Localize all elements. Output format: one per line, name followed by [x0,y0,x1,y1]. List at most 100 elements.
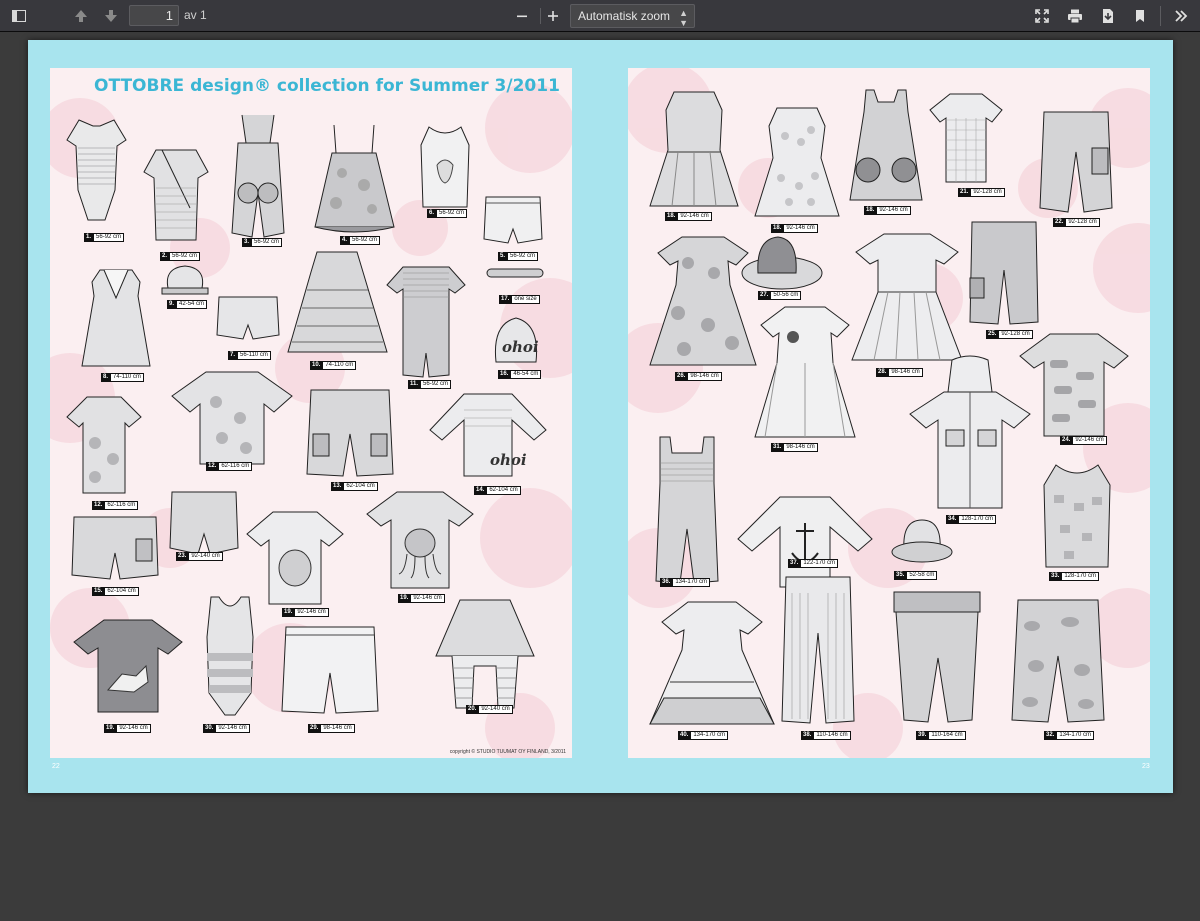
item-tag: 14. 62-104 cm [474,486,521,495]
item-tag: 11. 56-92 cm [408,380,452,389]
item-tag: 9. 42-54 cm [167,300,208,309]
item-tag: 5. 56-92 cm [498,252,539,261]
previous-page-icon[interactable] [69,4,93,28]
item-size: 128-170 cm [958,515,997,524]
item-tag: 31. 98-146 cm [771,443,818,452]
item-tag: 19. 92-146 cm [398,594,445,603]
item-tag: 16. 46-54 cm [498,370,542,379]
garment-romper [226,113,290,241]
right-page: 18. 92-146 cm 18. 92-146 cm 18. 92-146 cm 2… [628,68,1150,758]
item-size: 92-140 cm [188,552,223,561]
item-size: 92-146 cm [1072,436,1107,445]
item-tag: 18. 92-146 cm [665,212,712,221]
item-number: 16. [498,370,511,379]
garment-denim-shorts [966,218,1041,328]
item-number: 6. [427,209,437,218]
item-number: 18. [665,212,678,221]
sidebar-toggle-icon[interactable] [7,4,31,28]
item-size: 56-92 cm [420,380,452,389]
item-tag: 17. one size [499,295,540,304]
item-number: 18. [864,206,877,215]
zoom-in-icon[interactable] [541,4,565,28]
garment-dropwaist-dress [648,90,740,210]
item-size: 134-170 cm [672,578,711,587]
next-page-icon[interactable] [99,4,123,28]
item-tag: 34. 128-170 cm [946,515,997,524]
garment-sailor-dress [80,268,152,370]
garment-cargo-shorts [305,386,395,481]
item-number: 27. [758,291,771,300]
zoom-out-icon[interactable] [510,4,534,28]
item-size: 110-164 cm [928,731,966,740]
bookmark-icon[interactable] [1128,4,1152,28]
garment-tiered-maxi-dress [646,598,778,728]
page-folio-right: 23 [1142,763,1150,770]
item-number: 28. [876,368,889,377]
item-tag: 19. 92-146 cm [104,724,151,733]
item-tag: 6. 56-92 cm [427,209,468,218]
catalog-title: OTTOBRE design® collection for Summer 3/… [94,76,560,96]
item-tag: 32. 134-170 cm [1044,731,1095,740]
item-tag: 25. 92-128 cm [986,330,1033,339]
garment-cargo-trousers [1036,108,1116,216]
item-size: 110-146 cm [813,731,851,740]
item-size: 56-92 cm [93,233,125,242]
tools-icon[interactable] [1169,4,1193,28]
item-size: 74-110 cm [110,373,144,382]
zoom-select[interactable]: Automatisk zoom ▲ ▼ [570,4,695,28]
item-number: 19. [282,608,295,617]
toolbar-separator [1160,6,1161,26]
item-number: 26. [675,372,688,381]
item-size: 62-104 cm [486,486,521,495]
garment-shirt-check [928,90,1004,186]
item-number: 24. [1060,436,1073,445]
item-size: 62-104 cm [343,482,378,491]
item-tag: 1. 56-92 cm [84,233,125,242]
item-size: 52-58 cm [906,571,938,580]
item-number: 18. [771,224,784,233]
item-number: 17. [499,295,512,304]
item-size: 46-54 cm [510,370,542,379]
item-number: 12. [206,462,219,471]
item-size: 56-92 cm [169,252,201,261]
item-tag: 39. 110-164 cm [916,731,966,740]
chevron-updown-icon: ▲ ▼ [679,8,688,28]
garment-bucket-hat [890,516,953,568]
item-size: 92-146 cm [876,206,911,215]
page-number-input[interactable] [129,5,179,26]
item-tag: 19. 92-146 cm [282,608,329,617]
garment-skirt-leggings [430,596,540,711]
garment-swimsuit [195,593,265,718]
item-number: 20. [466,705,479,714]
item-size: 56-92 cm [507,252,539,261]
item-number: 11. [408,380,421,389]
copyright-note: copyright © STUDIO TUUMAT OY FINLAND, 3/… [449,749,566,755]
garment-longsleeve-ohoi [428,390,548,480]
item-number: 14. [474,486,487,495]
garment-heart-dress [753,106,841,221]
item-number: 31. [771,443,784,452]
presentation-mode-icon[interactable] [1030,4,1054,28]
print-icon[interactable] [1063,4,1087,28]
item-number: 1. [84,233,94,242]
garment-swim-pants [168,488,240,558]
item-tag: 18. 92-146 cm [864,206,911,215]
garment-shorts-baby [482,193,544,248]
item-tag: 20. 92-140 cm [466,705,513,714]
item-tag: 26. 98-146 cm [675,372,722,381]
garment-sailor-hat [160,264,210,296]
item-number: 35. [894,571,907,580]
download-icon[interactable] [1096,4,1120,28]
item-tag: 2. 56-92 cm [160,252,201,261]
item-number: 19. [398,594,411,603]
item-number: 23. [176,552,189,561]
item-size: 98-146 cm [783,443,818,452]
item-tag: 12. 62-116 cm [206,462,253,471]
item-number: 12. [92,501,105,510]
item-tag: 35. 52-58 cm [894,571,938,580]
item-size: 92-146 cm [294,608,329,617]
item-size: 42-54 cm [176,300,208,309]
item-size: 62-104 cm [104,587,139,596]
pdf-toolbar: av 1 Automatisk zoom ▲▼ [0,0,1200,32]
item-size: 134-170 cm [1056,731,1095,740]
